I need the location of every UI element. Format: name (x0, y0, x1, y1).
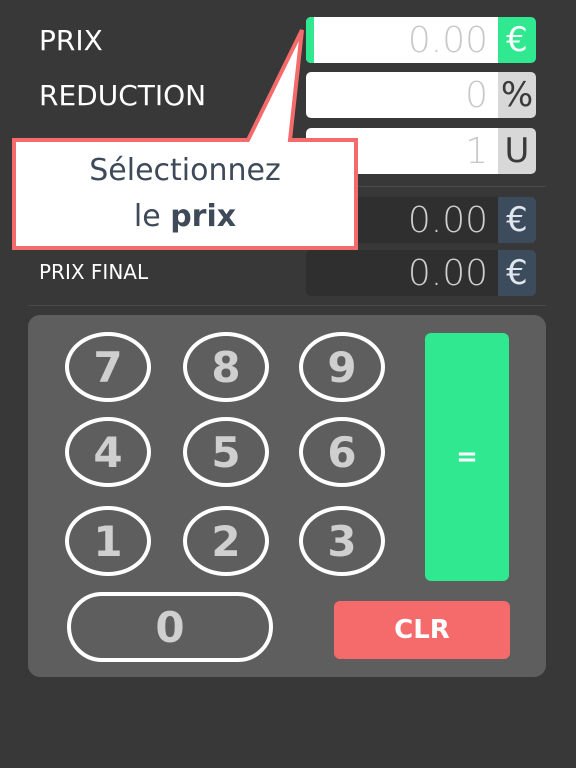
tooltip-line2: le prix (14, 194, 356, 240)
clear-button[interactable]: CLR (334, 601, 510, 659)
euro-icon: € (498, 17, 536, 63)
keypad: 7 8 9 4 5 6 1 2 3 0 = CLR (28, 315, 546, 677)
key-7[interactable]: 7 (65, 332, 151, 402)
label-reduction: REDUCTION (39, 79, 207, 112)
prix-final-output: 0.00 € (306, 250, 536, 296)
label-prix-final: PRIX FINAL (39, 260, 149, 284)
divider-bottom (28, 305, 546, 306)
active-indicator (306, 17, 314, 63)
euro-icon: € (498, 250, 536, 296)
key-3[interactable]: 3 (299, 506, 385, 576)
reduction-value: 0 (306, 72, 498, 118)
key-2[interactable]: 2 (183, 506, 269, 576)
key-8[interactable]: 8 (183, 332, 269, 402)
key-9[interactable]: 9 (299, 332, 385, 402)
tooltip-line2-bold: prix (170, 199, 237, 234)
key-5[interactable]: 5 (183, 417, 269, 487)
prix-final-value: 0.00 (306, 250, 498, 296)
tooltip-line1: Sélectionnez (89, 153, 281, 188)
equals-button[interactable]: = (425, 333, 509, 581)
key-6[interactable]: 6 (299, 417, 385, 487)
tooltip-line2-prefix: le (133, 199, 171, 234)
key-0[interactable]: 0 (67, 592, 273, 662)
key-4[interactable]: 4 (65, 417, 151, 487)
euro-icon: € (498, 197, 536, 243)
percent-icon: % (498, 72, 536, 118)
unit-icon: U (498, 128, 536, 174)
reduction-field[interactable]: 0 % (306, 72, 536, 118)
prix-field[interactable]: 0.00 € (306, 17, 536, 63)
key-1[interactable]: 1 (65, 506, 151, 576)
prix-value: 0.00 (306, 17, 498, 63)
label-prix: PRIX (39, 24, 103, 57)
tooltip-text: Sélectionnez le prix (14, 148, 356, 240)
